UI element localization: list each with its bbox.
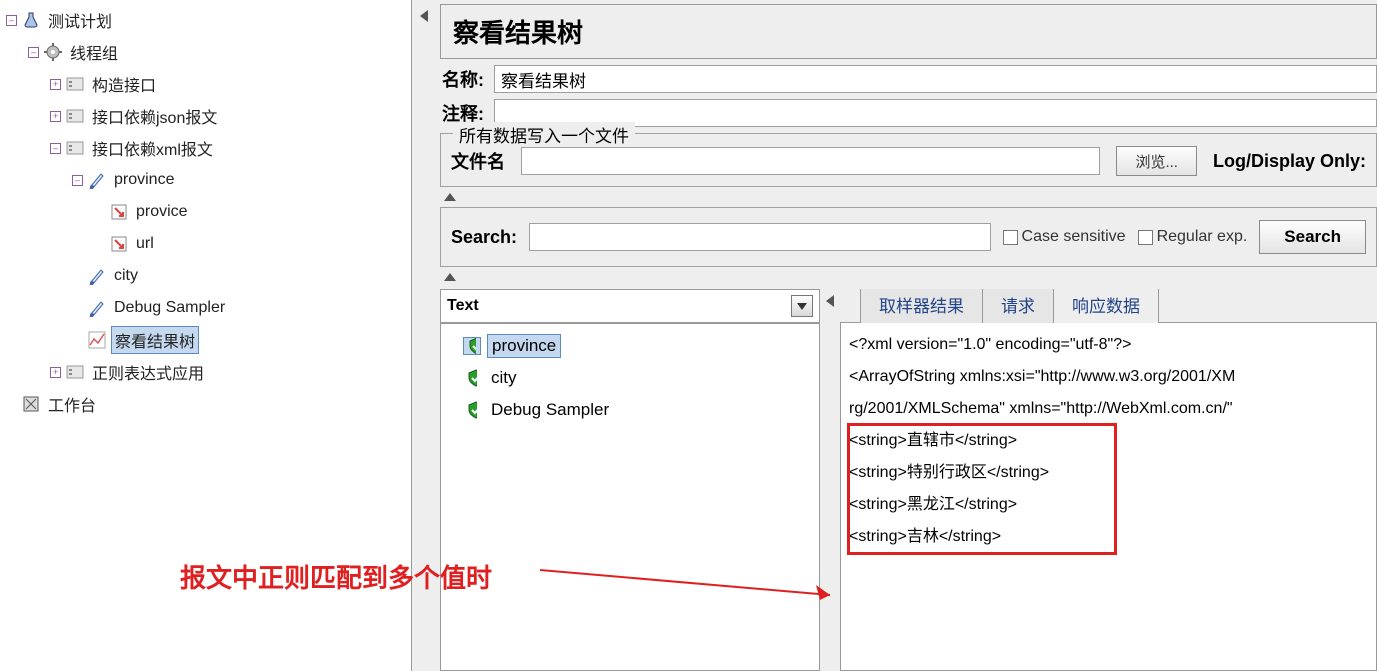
- expand-handle-icon[interactable]: –: [6, 15, 17, 26]
- name-label: 名称:: [442, 66, 484, 92]
- tree-node-thread-group[interactable]: – 线程组: [26, 36, 411, 68]
- log-display-label: Log/Display Only:: [1213, 151, 1366, 172]
- search-input[interactable]: [529, 223, 990, 251]
- result-tabs: 取样器结果 请求 响应数据: [840, 289, 1377, 323]
- name-input[interactable]: [494, 65, 1377, 93]
- tree-label: 接口依赖json报文: [89, 103, 220, 129]
- workbench-icon: [21, 394, 41, 414]
- results-tree[interactable]: province city Debug Sampler: [440, 323, 820, 671]
- tree-label: 察看结果树: [111, 326, 199, 354]
- chevron-down-icon[interactable]: [791, 295, 813, 317]
- results-right-pane: 取样器结果 请求 响应数据 <?xml version="1.0" encodi…: [840, 289, 1377, 671]
- tree-node-url-extractor[interactable]: url: [92, 228, 411, 260]
- tree-label: url: [133, 234, 157, 254]
- extractor-icon: [109, 202, 129, 222]
- gear-icon: [43, 42, 63, 62]
- renderer-combo[interactable]: Text: [440, 289, 820, 323]
- annotation-arrow-icon: [540, 555, 850, 615]
- result-label: Debug Sampler: [487, 399, 613, 421]
- panel-title: 察看结果树: [440, 4, 1377, 59]
- collapse-left-icon[interactable]: [826, 295, 834, 307]
- tree-node-workbench[interactable]: 工作台: [4, 388, 411, 420]
- controller-icon: [65, 74, 85, 94]
- search-button[interactable]: Search: [1259, 220, 1366, 254]
- expand-handle-icon[interactable]: –: [28, 47, 39, 58]
- success-shield-icon: [463, 337, 481, 355]
- tree-node-json-dep[interactable]: + 接口依赖json报文: [48, 100, 411, 132]
- file-output-group: 所有数据写入一个文件 文件名 浏览... Log/Display Only:: [440, 133, 1377, 187]
- extractor-icon: [109, 234, 129, 254]
- success-shield-icon: [463, 401, 481, 419]
- controller-icon: [65, 362, 85, 382]
- annotation-text: 报文中正则匹配到多个值时: [180, 558, 492, 595]
- response-data-view[interactable]: <?xml version="1.0" encoding="utf-8"?> <…: [840, 323, 1377, 671]
- result-node-city[interactable]: city: [445, 362, 815, 394]
- tree-node-debug[interactable]: Debug Sampler: [70, 292, 411, 324]
- tab-response-data[interactable]: 响应数据: [1053, 289, 1159, 324]
- tree-node-test-plan[interactable]: – 测试计划: [4, 4, 411, 36]
- xml-line: <?xml version="1.0" encoding="utf-8"?>: [849, 329, 1368, 361]
- collapse-bottom-icon[interactable]: [440, 271, 1377, 283]
- tree-label: 工作台: [45, 391, 99, 417]
- tree-node-regex-app[interactable]: + 正则表达式应用: [48, 356, 411, 388]
- success-shield-icon: [463, 369, 481, 387]
- tree-label: 正则表达式应用: [89, 359, 207, 385]
- tab-sampler-result[interactable]: 取样器结果: [860, 289, 983, 323]
- expand-handle-icon[interactable]: –: [72, 175, 83, 186]
- result-node-province[interactable]: province: [445, 330, 815, 362]
- sampler-icon: [87, 298, 107, 318]
- collapse-left-icon[interactable]: [420, 10, 428, 22]
- tree-label: 构造接口: [89, 71, 159, 97]
- checkbox-icon: [1138, 230, 1153, 245]
- tree-label: Debug Sampler: [111, 298, 228, 318]
- tree-node-city[interactable]: city: [70, 260, 411, 292]
- controller-icon: [65, 106, 85, 126]
- result-label: province: [487, 334, 561, 358]
- tree-label: province: [111, 170, 177, 190]
- sampler-icon: [87, 266, 107, 286]
- tree-label: 测试计划: [45, 7, 115, 33]
- result-node-debug[interactable]: Debug Sampler: [445, 394, 815, 426]
- xml-line: rg/2001/XMLSchema" xmlns="http://WebXml.…: [849, 393, 1368, 425]
- checkbox-icon: [1003, 230, 1018, 245]
- file-output-title: 所有数据写入一个文件: [453, 122, 635, 147]
- collapsed-handle-icon[interactable]: +: [50, 367, 61, 378]
- case-sensitive-checkbox[interactable]: Case sensitive: [1003, 228, 1126, 246]
- expand-handle-icon[interactable]: –: [50, 143, 61, 154]
- tree-label: provice: [133, 202, 191, 222]
- collapsed-handle-icon[interactable]: +: [50, 111, 61, 122]
- xml-line: <ArrayOfString xmlns:xsi="http://www.w3.…: [849, 361, 1368, 393]
- annotation-highlight-box: [847, 423, 1117, 555]
- regex-checkbox[interactable]: Regular exp.: [1138, 228, 1248, 246]
- filename-input[interactable]: [521, 147, 1100, 175]
- renderer-combo-value: Text: [447, 297, 479, 315]
- tree-node-provice-extractor[interactable]: provice: [92, 196, 411, 228]
- tab-request[interactable]: 请求: [982, 289, 1054, 323]
- collapse-top-icon[interactable]: [440, 191, 1377, 203]
- search-label: Search:: [451, 227, 517, 248]
- tree-node-view-results[interactable]: 察看结果树: [70, 324, 411, 356]
- tree-node-xml-dep[interactable]: – 接口依赖xml报文: [48, 132, 411, 164]
- tree-node-province[interactable]: – province: [70, 164, 411, 196]
- tree-node-construct[interactable]: + 构造接口: [48, 68, 411, 100]
- result-label: city: [487, 367, 521, 389]
- flask-icon: [21, 10, 41, 30]
- name-row: 名称:: [440, 65, 1377, 93]
- search-bar: Search: Case sensitive Regular exp. Sear…: [440, 207, 1377, 267]
- listener-icon: [87, 330, 107, 350]
- tree-label: 线程组: [67, 39, 121, 65]
- collapsed-handle-icon[interactable]: +: [50, 79, 61, 90]
- tree-label: 接口依赖xml报文: [89, 135, 216, 161]
- filename-label: 文件名: [451, 148, 505, 174]
- test-plan-tree[interactable]: – 测试计划 – 线程组 +: [0, 4, 411, 420]
- browse-button[interactable]: 浏览...: [1116, 146, 1197, 176]
- sampler-icon: [87, 170, 107, 190]
- tree-label: city: [111, 266, 141, 286]
- controller-icon: [65, 138, 85, 158]
